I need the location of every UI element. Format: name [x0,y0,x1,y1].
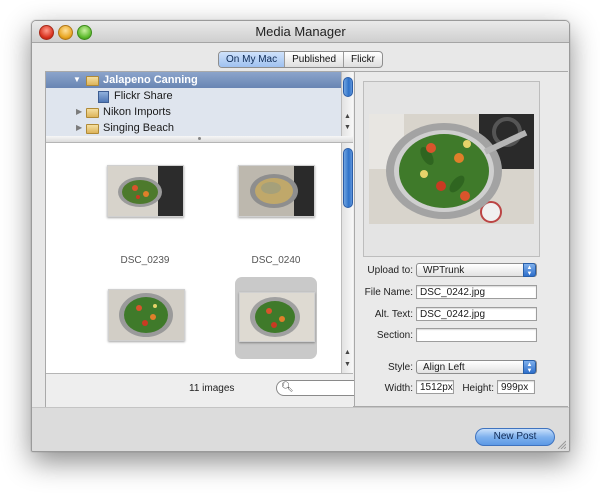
image-thumbnail[interactable] [104,289,186,371]
disclosure-closed-icon[interactable]: ▶ [76,104,82,120]
source-list-scrollbar[interactable]: ▲ ▼ [341,72,353,136]
window-title: Media Manager [255,24,346,39]
alt-text-field[interactable]: DSC_0242.jpg [416,307,537,321]
image-browser-scrollbar[interactable]: ▲ ▼ [341,143,353,373]
style-select[interactable]: Align Left ▲ ▼ [416,360,537,374]
source-list: ▼ Jalapeno Canning Flickr Share ▶ Nikon … [46,72,353,137]
section-field[interactable] [416,328,537,342]
image-thumbnail[interactable]: DSC_0240 [235,163,317,266]
pot-photo-icon [240,293,314,341]
photo-thumbnail [239,292,315,342]
scroll-up-icon[interactable]: ▲ [344,113,351,120]
photo-thumbnail [108,289,185,341]
pot-photo-icon [108,166,183,216]
section-label: Section: [376,330,413,341]
status-bar: 11 images 🔍︎ [46,373,370,407]
source-label: Jalapeno Canning [103,74,198,86]
upload-to-select[interactable]: WPTrunk ▲ ▼ [416,263,537,277]
image-count: 11 images [189,383,235,394]
image-caption: DSC_0239 [120,255,170,266]
image-preview [363,81,540,257]
upload-to-value: WPTrunk [423,265,465,276]
source-label: Singing Beach [103,122,174,134]
photo-thumbnail [107,165,184,217]
document-icon [98,91,109,103]
source-item-flickr-share[interactable]: Flickr Share [46,88,341,104]
popup-arrows-icon: ▲ ▼ [523,360,536,374]
image-thumbnail[interactable]: DSC_0239 [104,163,186,266]
source-label: Nikon Imports [103,106,171,118]
tab-on-my-mac[interactable]: On My Mac [219,52,285,67]
source-item-nikon-imports[interactable]: ▶ Nikon Imports [46,104,341,120]
disclosure-closed-icon[interactable]: ▶ [76,120,82,136]
photo-thumbnail [238,165,315,217]
alt-text-label: Alt. Text: [374,309,413,320]
style-value: Align Left [423,362,465,373]
bottom-bar: New Post [32,407,569,451]
folder-icon [86,124,99,134]
split-view-divider[interactable] [46,136,353,143]
folder-icon [86,76,99,86]
file-name-label: File Name: [364,287,413,298]
resize-grip-icon[interactable] [556,439,566,449]
tab-published[interactable]: Published [284,52,343,67]
upload-to-label: Upload to: [367,265,413,276]
divider-grip-icon [198,137,201,140]
main-panel: ▼ Jalapeno Canning Flickr Share ▶ Nikon … [45,71,568,407]
media-manager-window: Media Manager On My Mac Published Flickr… [31,20,570,452]
disclosure-open-icon[interactable]: ▼ [73,72,81,88]
image-browser: DSC_0239 DSC_0240 ▲ ▼ [46,143,353,373]
source-tabs: On My Mac Published Flickr [218,51,383,68]
style-label: Style: [387,362,413,373]
pot-photo-icon [109,290,184,340]
image-caption: DSC_0240 [251,255,301,266]
scroll-up-icon[interactable]: ▲ [344,349,351,356]
preview-photo-icon [369,114,534,224]
scroll-down-icon[interactable]: ▼ [344,361,351,368]
scroll-thumb[interactable] [343,77,353,97]
width-field[interactable]: 1512px [416,380,454,394]
source-label: Flickr Share [114,90,173,102]
scroll-thumb[interactable] [343,148,353,208]
image-thumbnail-selected[interactable] [235,277,317,359]
popup-arrows-icon: ▲ ▼ [523,263,536,277]
title-bar[interactable]: Media Manager [32,21,569,43]
folder-icon [86,108,99,118]
new-post-button[interactable]: New Post [475,428,555,446]
pot-photo-icon [239,166,314,216]
scroll-down-icon[interactable]: ▼ [344,124,351,131]
source-item-jalapeno-canning[interactable]: ▼ Jalapeno Canning [46,72,341,88]
width-label: Width: [384,383,413,394]
height-field[interactable]: 999px [497,380,535,394]
height-label: Height: [462,383,494,394]
inspector-panel: Upload to: WPTrunk ▲ ▼ File Name: DSC_024… [354,72,568,406]
file-name-field[interactable]: DSC_0242.jpg [416,285,537,299]
source-item-singing-beach[interactable]: ▶ Singing Beach [46,120,341,136]
tab-flickr[interactable]: Flickr [343,52,382,67]
search-icon: 🔍︎ [281,382,294,393]
